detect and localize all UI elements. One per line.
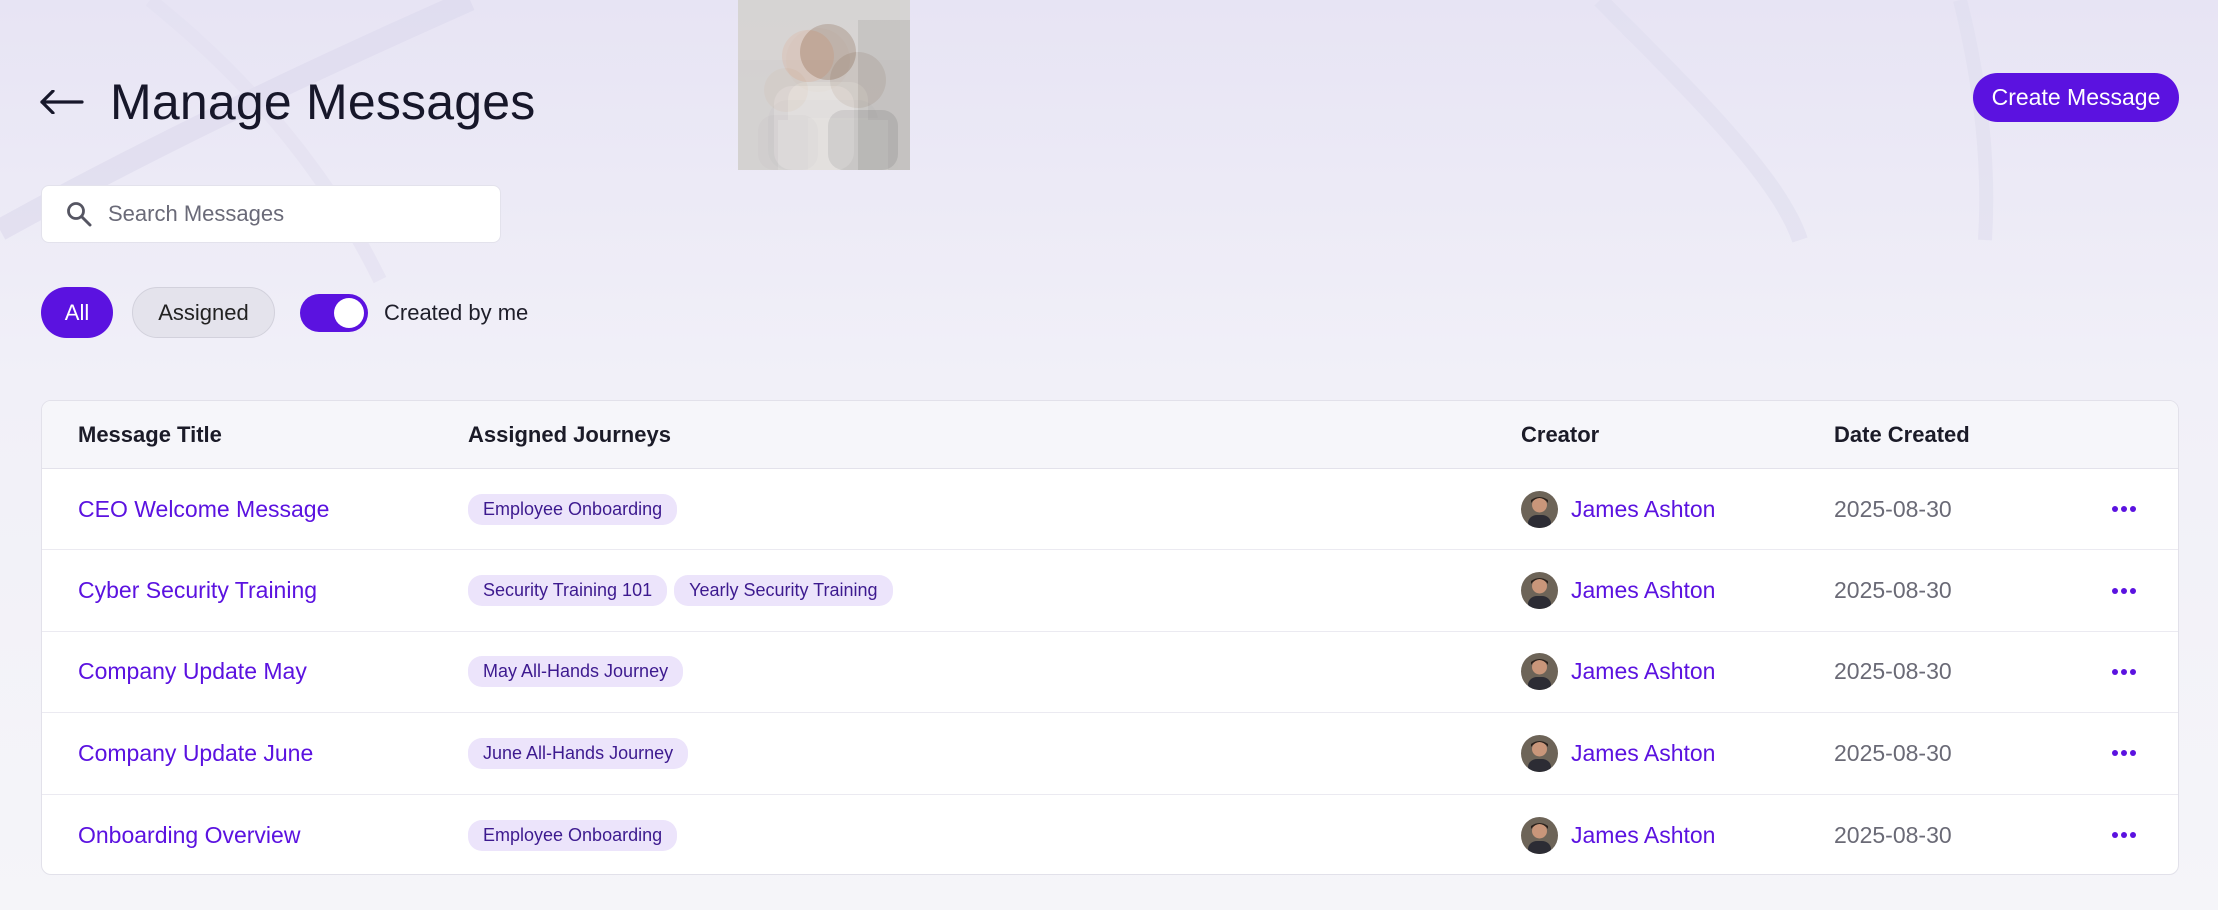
journey-tag[interactable]: Employee Onboarding	[468, 819, 678, 851]
toggle-knob	[334, 297, 364, 328]
avatar-image	[1521, 490, 1558, 528]
arrow-left-icon	[40, 90, 84, 114]
more-horizontal-icon[interactable]	[2112, 668, 2136, 675]
column-header-title[interactable]: Message Title	[78, 422, 222, 448]
header-photo	[738, 0, 1100, 170]
creator-name-link[interactable]: James Ashton	[1571, 822, 1715, 849]
page-header: Manage Messages	[40, 62, 535, 142]
journey-tag[interactable]: Yearly Security Training	[674, 575, 893, 607]
date-created: 2025-08-30	[1834, 821, 1952, 848]
search-icon	[67, 202, 92, 227]
avatar	[1521, 653, 1558, 691]
created-by-me-label: Created by me	[384, 299, 529, 325]
column-header-journeys[interactable]: Assigned Journeys	[468, 422, 671, 448]
more-horizontal-icon[interactable]	[2112, 832, 2136, 839]
avatar	[1521, 490, 1558, 528]
avatar	[1521, 734, 1558, 772]
avatar	[1521, 816, 1558, 854]
messages-table: Message Title Assigned Journeys Creator …	[41, 400, 2179, 875]
table-row[interactable]: Onboarding Overview Employee Onboarding …	[42, 795, 2178, 874]
more-horizontal-icon[interactable]	[2112, 506, 2136, 513]
avatar-image	[1521, 653, 1558, 691]
creator-name-link[interactable]: James Ashton	[1571, 496, 1715, 523]
search-box[interactable]	[41, 185, 501, 243]
more-horizontal-icon[interactable]	[2112, 587, 2136, 594]
journey-tag[interactable]: Employee Onboarding	[468, 493, 678, 525]
page-title: Manage Messages	[110, 74, 536, 130]
filter-assigned-chip[interactable]: Assigned	[132, 287, 275, 338]
creator-cell: James Ashton	[1521, 632, 1715, 712]
date-created: 2025-08-30	[1834, 495, 1952, 522]
table-row[interactable]: CEO Welcome Message Employee Onboarding …	[42, 469, 2178, 551]
column-header-creator[interactable]: Creator	[1521, 422, 1599, 448]
assigned-journeys: Employee Onboarding	[468, 795, 678, 874]
avatar-image	[1521, 816, 1558, 854]
avatar	[1521, 572, 1558, 610]
table-row[interactable]: Company Update May May All-Hands Journey…	[42, 632, 2178, 714]
assigned-journeys: June All-Hands Journey	[468, 713, 689, 793]
table-row[interactable]: Cyber Security Training Security Trainin…	[42, 550, 2178, 632]
header-photo	[738, 0, 1290, 170]
header-photo	[738, 0, 1480, 170]
message-title-link[interactable]: Cyber Security Training	[78, 577, 317, 604]
table-row[interactable]: Company Update June June All-Hands Journ…	[42, 713, 2178, 795]
column-header-date[interactable]: Date Created	[1834, 422, 1970, 448]
table-body: CEO Welcome Message Employee Onboarding …	[42, 469, 2178, 874]
message-title-link[interactable]: Onboarding Overview	[78, 822, 300, 849]
filter-bar: All Assigned Created by me	[41, 287, 528, 338]
assigned-journeys: May All-Hands Journey	[468, 632, 684, 712]
creator-name-link[interactable]: James Ashton	[1571, 577, 1715, 604]
search-input[interactable]	[108, 201, 468, 227]
header-photo-strip	[738, 0, 1480, 170]
create-message-button[interactable]: Create Message	[1973, 73, 2179, 122]
back-button[interactable]	[40, 62, 90, 142]
creator-name-link[interactable]: James Ashton	[1571, 740, 1715, 767]
journey-tag[interactable]: May All-Hands Journey	[468, 656, 684, 688]
date-created: 2025-08-30	[1834, 658, 1952, 685]
creator-cell: James Ashton	[1521, 795, 1715, 874]
creator-name-link[interactable]: James Ashton	[1571, 658, 1715, 685]
avatar-image	[1521, 734, 1558, 772]
creator-cell: James Ashton	[1521, 469, 1715, 549]
creator-cell: James Ashton	[1521, 713, 1715, 793]
avatar-image	[1521, 572, 1558, 610]
date-created: 2025-08-30	[1834, 577, 1952, 604]
table-header: Message Title Assigned Journeys Creator …	[42, 401, 2178, 469]
assigned-journeys: Employee Onboarding	[468, 469, 678, 549]
more-horizontal-icon[interactable]	[2112, 750, 2136, 757]
assigned-journeys: Security Training 101 Yearly Security Tra…	[468, 550, 893, 630]
filter-all-chip[interactable]: All	[41, 287, 113, 338]
journey-tag[interactable]: June All-Hands Journey	[468, 737, 689, 769]
date-created: 2025-08-30	[1834, 739, 1952, 766]
created-by-me-toggle[interactable]	[300, 293, 368, 332]
message-title-link[interactable]: Company Update May	[78, 658, 307, 685]
message-title-link[interactable]: Company Update June	[78, 740, 313, 767]
journey-tag[interactable]: Security Training 101	[468, 575, 668, 607]
message-title-link[interactable]: CEO Welcome Message	[78, 496, 329, 523]
creator-cell: James Ashton	[1521, 550, 1715, 630]
